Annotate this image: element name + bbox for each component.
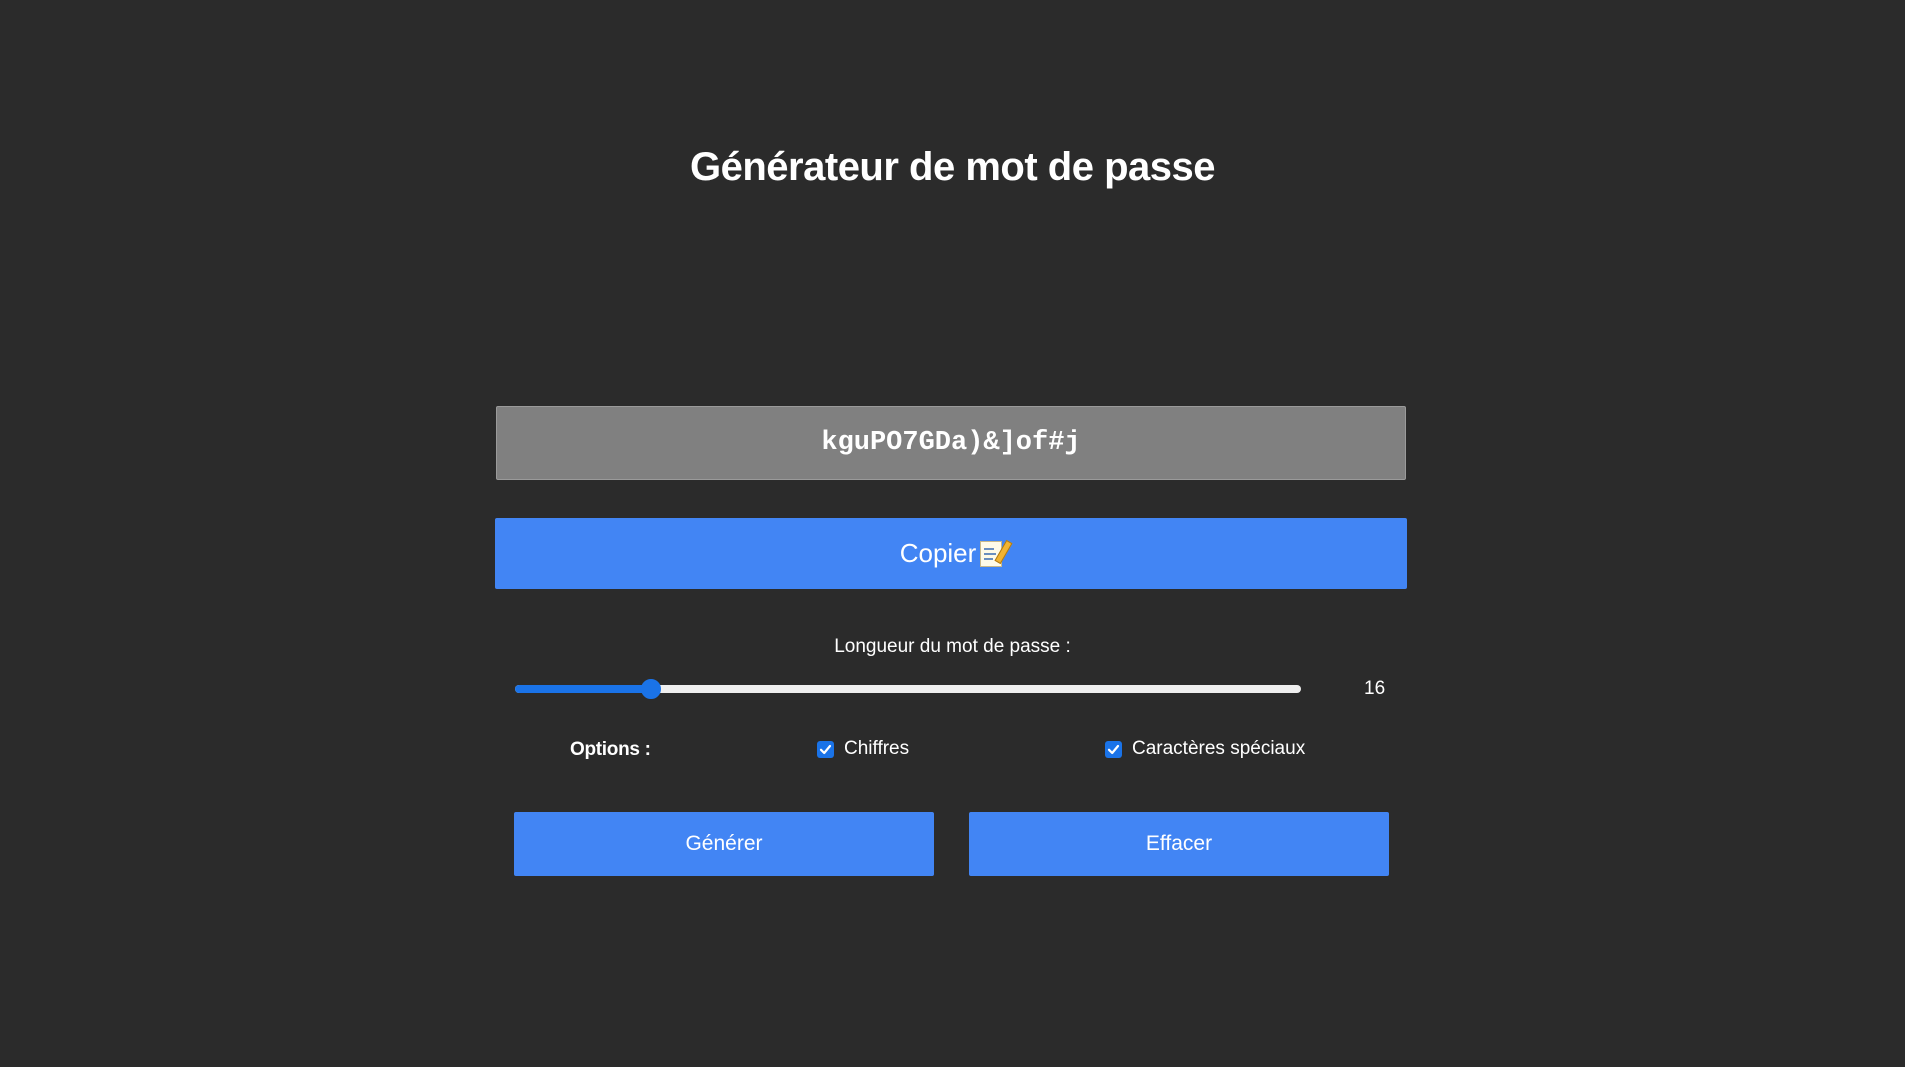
length-value: 16 — [1364, 678, 1386, 699]
special-characters-checkbox[interactable] — [1105, 740, 1122, 758]
password-generator-page: Générateur de mot de passe kguPO7GDa)&]o… — [0, 0, 1905, 1067]
password-value: kguPO7GDa)&]of#j — [821, 428, 1081, 458]
password-output[interactable]: kguPO7GDa)&]of#j — [496, 406, 1406, 480]
clear-button[interactable]: Effacer — [969, 812, 1389, 876]
digits-label: Chiffres — [844, 738, 910, 759]
length-slider-track[interactable] — [515, 685, 1301, 693]
page-title: Générateur de mot de passe — [690, 145, 1215, 189]
copy-button[interactable]: Copier — [495, 518, 1407, 589]
special-characters-label: Caractères spéciaux — [1132, 738, 1306, 759]
option-digits[interactable]: Chiffres — [817, 738, 909, 760]
copy-button-label: Copier — [899, 538, 977, 568]
options-label: Options : — [570, 739, 651, 760]
generate-button[interactable]: Générer — [514, 812, 934, 876]
check-icon — [1107, 744, 1120, 754]
length-slider-fill — [515, 685, 651, 693]
option-special-characters[interactable]: Caractères spéciaux — [1105, 738, 1305, 760]
memo-icon — [980, 539, 1013, 567]
length-label: Longueur du mot de passe : — [834, 636, 1071, 657]
check-icon — [819, 744, 832, 754]
digits-checkbox[interactable] — [817, 740, 834, 758]
length-slider-thumb[interactable] — [640, 679, 661, 699]
